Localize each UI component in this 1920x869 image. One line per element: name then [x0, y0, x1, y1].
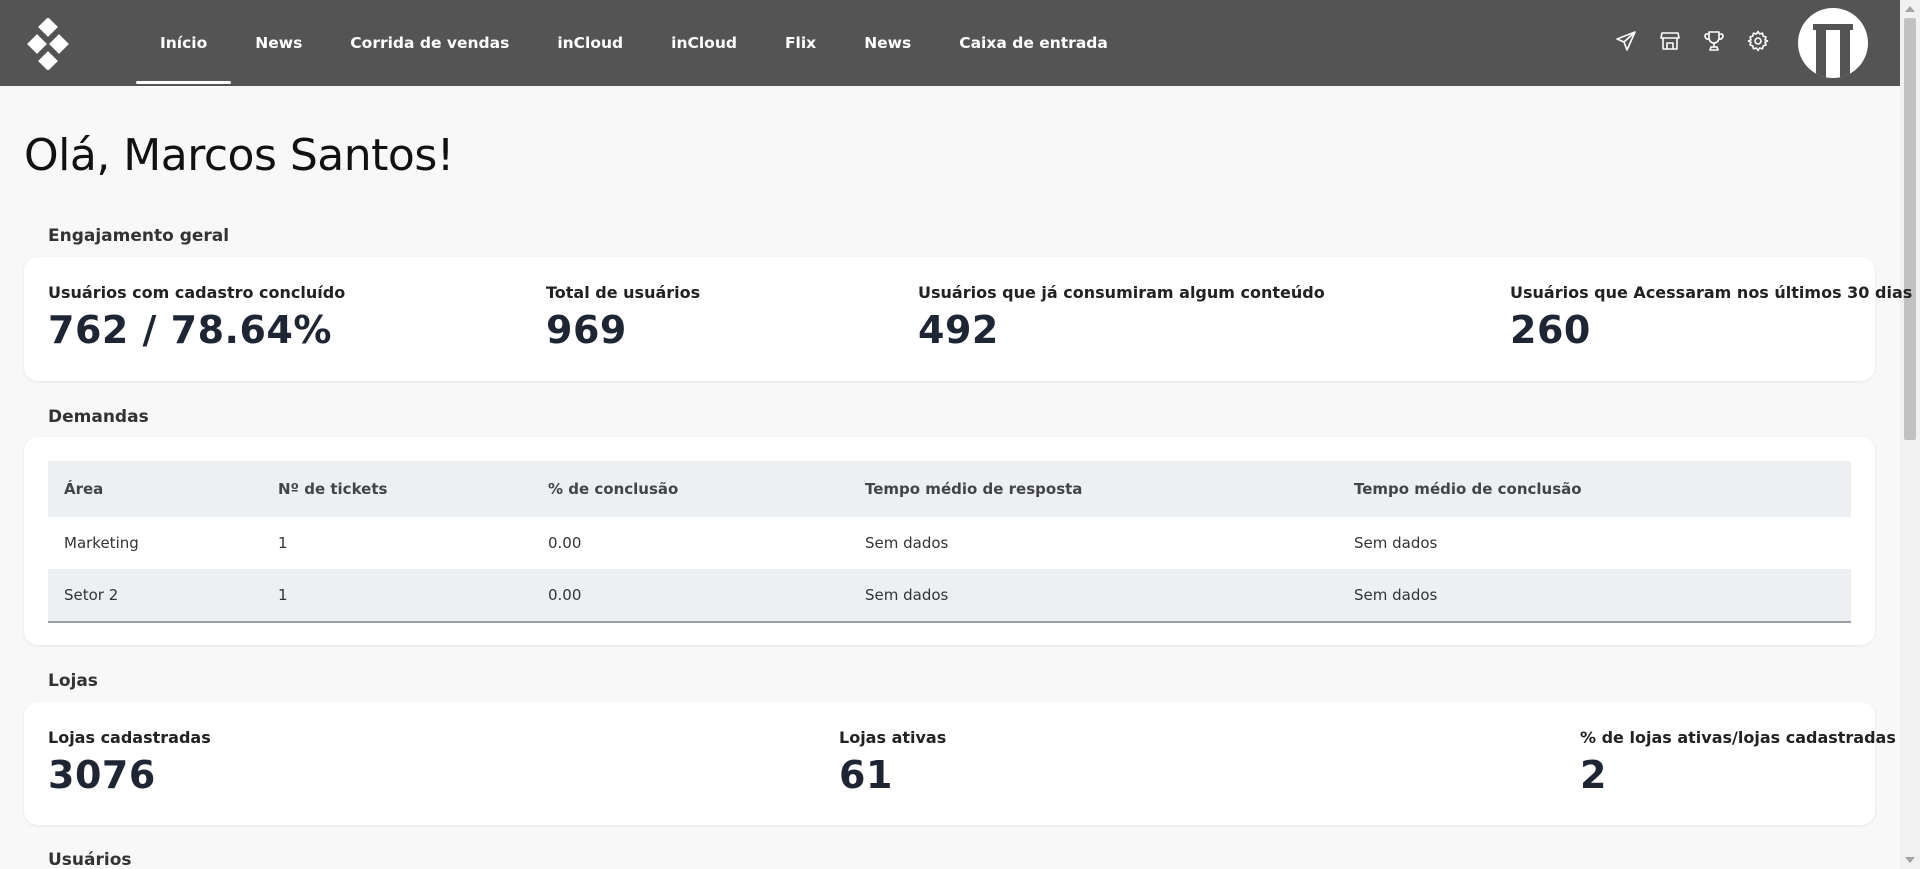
table-cell: 0.00 — [532, 569, 849, 621]
stat-cadastro-concluido: Usuários com cadastro concluído 762 / 78… — [48, 283, 345, 352]
stat-value: 61 — [839, 753, 893, 797]
engagement-card: Usuários com cadastro concluído 762 / 78… — [24, 257, 1912, 381]
gear-icon[interactable] — [1746, 29, 1770, 53]
nav-icons — [1614, 29, 1770, 53]
avatar[interactable] — [1798, 8, 1868, 78]
nav-item-incloud-2[interactable]: inCloud — [647, 0, 761, 86]
nav-item-corrida-de-vendas[interactable]: Corrida de vendas — [326, 0, 533, 86]
nav-item-caixa-de-entrada[interactable]: Caixa de entrada — [935, 0, 1132, 86]
stores-card: Lojas cadastradas 3076 Lojas ativas 61 %… — [24, 702, 1896, 825]
table-row: Marketing 1 0.00 Sem dados Sem dados — [48, 517, 1851, 569]
avatar-logo-icon — [1813, 24, 1853, 78]
stat-consumiram-conteudo: Usuários que já consumiram algum conteúd… — [918, 283, 1325, 352]
stat-label: Usuários que Acessaram nos últimos 30 di… — [1510, 283, 1913, 302]
store-icon[interactable] — [1658, 29, 1682, 53]
table-cell: 1 — [262, 569, 532, 621]
stat-value: 2 — [1580, 753, 1607, 797]
table-cell: Setor 2 — [48, 569, 262, 621]
table-cell: 1 — [278, 534, 288, 552]
section-title-users: Usuários — [48, 850, 132, 869]
nav-item-incloud[interactable]: inCloud — [533, 0, 647, 86]
page-title: Olá, Marcos Santos! — [24, 130, 454, 181]
demands-table: Área Nº de tickets % de conclusão Tempo … — [48, 461, 1851, 621]
stat-label: Total de usuários — [546, 283, 701, 302]
main-nav: Início News Corrida de vendas inCloud in… — [136, 0, 1132, 86]
demands-card: Área Nº de tickets % de conclusão Tempo … — [24, 437, 1875, 645]
scroll-thumb[interactable] — [1904, 18, 1916, 440]
column-header-tickets[interactable]: Nº de tickets — [262, 461, 532, 517]
stat-total-usuarios: Total de usuários 969 — [546, 283, 700, 352]
logo-icon[interactable] — [22, 18, 74, 70]
stat-label: Lojas ativas — [839, 728, 947, 747]
stat-value: 969 — [546, 308, 627, 352]
stat-lojas-cadastradas: Lojas cadastradas 3076 — [48, 728, 211, 797]
table-cell: 0.00 — [548, 534, 582, 552]
scroll-down-arrow-icon[interactable] — [1905, 857, 1915, 863]
column-header-tempo-conclusao[interactable]: Tempo médio de conclusão — [1338, 461, 1851, 517]
column-header-area[interactable]: Área — [48, 461, 262, 517]
stat-value: 762 / 78.64% — [48, 308, 332, 352]
stat-label: Lojas cadastradas — [48, 728, 211, 747]
table-cell: Marketing — [64, 534, 139, 552]
nav-item-news-2[interactable]: News — [840, 0, 935, 86]
demands-table-wrap: Área Nº de tickets % de conclusão Tempo … — [48, 461, 1851, 623]
stat-label: % de lojas ativas/lojas cadastradas — [1580, 728, 1896, 747]
scroll-up-arrow-icon[interactable] — [1905, 6, 1915, 12]
scrollbar[interactable] — [1900, 0, 1920, 869]
table-row: Setor 2 1 0.00 Sem dados Sem dados — [48, 569, 1851, 621]
table-cell: Sem dados — [1338, 569, 1851, 621]
nav-item-flix[interactable]: Flix — [761, 0, 840, 86]
stat-acessaram-30-dias: Usuários que Acessaram nos últimos 30 di… — [1510, 283, 1912, 352]
trophy-icon[interactable] — [1702, 29, 1726, 53]
stat-value: 260 — [1510, 308, 1591, 352]
table-header-row: Área Nº de tickets % de conclusão Tempo … — [48, 461, 1851, 517]
column-header-conclusao[interactable]: % de conclusão — [532, 461, 849, 517]
table-cell: Sem dados — [865, 534, 949, 552]
stat-value: 492 — [918, 308, 999, 352]
section-title-engagement: Engajamento geral — [48, 226, 230, 246]
nav-item-inicio[interactable]: Início — [136, 0, 232, 86]
stat-lojas-ativas: Lojas ativas 61 — [839, 728, 946, 797]
section-title-demands: Demandas — [48, 407, 149, 427]
table-cell: Sem dados — [849, 569, 1338, 621]
table-cell: Sem dados — [1354, 534, 1438, 552]
section-title-stores: Lojas — [48, 671, 98, 691]
stat-label: Usuários que já consumiram algum conteúd… — [918, 283, 1325, 302]
nav-item-news[interactable]: News — [231, 0, 326, 86]
top-navbar: Início News Corrida de vendas inCloud in… — [0, 0, 1900, 86]
stat-label: Usuários com cadastro concluído — [48, 283, 346, 302]
stat-value: 3076 — [48, 753, 156, 797]
stat-percentual-lojas-ativas: % de lojas ativas/lojas cadastradas 2 — [1580, 728, 1896, 797]
send-icon[interactable] — [1614, 29, 1638, 53]
column-header-tempo-resposta[interactable]: Tempo médio de resposta — [849, 461, 1338, 517]
